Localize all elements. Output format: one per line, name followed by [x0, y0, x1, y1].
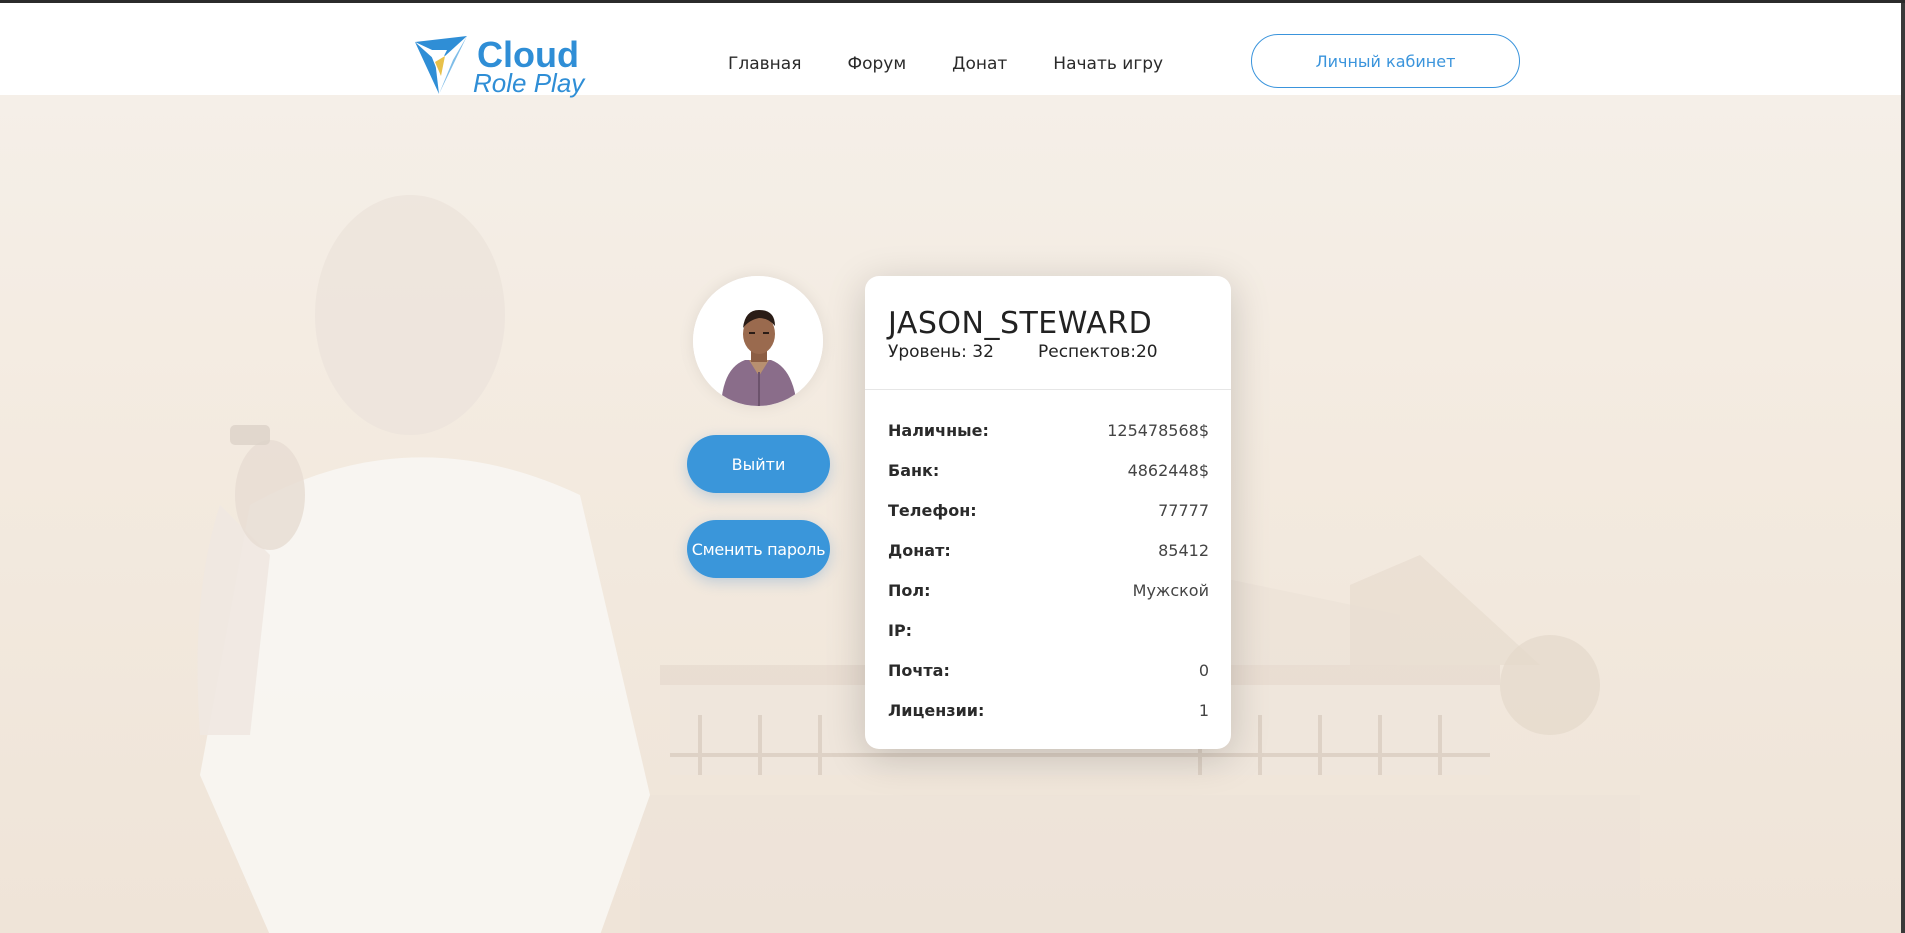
detail-label: Лицензии:	[888, 700, 985, 720]
detail-row-ip: IP:	[888, 610, 1209, 650]
logo-text-roleplay: Role Play	[473, 68, 585, 98]
detail-row-bank: Банк: 4862448$	[888, 450, 1209, 490]
detail-row-licenses: Лицензии: 1	[888, 690, 1209, 730]
detail-value: 1	[1198, 700, 1209, 720]
detail-label: Наличные:	[888, 420, 989, 440]
detail-row-donate: Донат: 85412	[888, 530, 1209, 570]
detail-label: Почта:	[888, 660, 950, 680]
character-illustration	[197, 195, 650, 933]
detail-value: 77777	[1158, 500, 1209, 520]
detail-label: Донат:	[888, 540, 951, 560]
cloud-rp-logo[interactable]: Cloud Role Play	[415, 36, 595, 98]
detail-value: 85412	[1158, 540, 1209, 560]
detail-label: Банк:	[888, 460, 940, 480]
profile-card-header: JASON_STEWARD Уровень: 32 Респектов:20	[865, 276, 1231, 390]
logout-button[interactable]: Выйти	[687, 435, 830, 493]
detail-label: IP:	[888, 620, 913, 640]
detail-row-mail: Почта: 0	[888, 650, 1209, 690]
username: JASON_STEWARD	[888, 306, 1153, 341]
detail-label: Пол:	[888, 580, 931, 600]
nav-forum[interactable]: Форум	[847, 54, 906, 74]
nav-home[interactable]: Главная	[728, 54, 801, 74]
avatar	[693, 276, 823, 406]
profile-details: Наличные: 125478568$ Банк: 4862448$ Теле…	[865, 390, 1231, 730]
site-header: Cloud Role Play Главная Форум Донат Нача…	[0, 3, 1901, 98]
detail-value: 4862448$	[1127, 460, 1209, 480]
player-level: Уровень: 32	[888, 342, 994, 362]
player-respect: Респектов:20	[1038, 342, 1158, 362]
player-skin-image	[693, 276, 823, 406]
detail-value: Мужской	[1132, 580, 1209, 600]
detail-row-gender: Пол: Мужской	[888, 570, 1209, 610]
player-stats: Уровень: 32 Респектов:20	[888, 342, 1209, 362]
detail-value: 125478568$	[1107, 420, 1209, 440]
change-password-button[interactable]: Сменить пароль	[687, 520, 830, 578]
nav-donate[interactable]: Донат	[952, 54, 1007, 74]
main-nav: Главная Форум Донат Начать игру	[728, 54, 1209, 74]
detail-value: 0	[1198, 660, 1209, 680]
scrollbar[interactable]	[1901, 3, 1905, 933]
logo-emblem-icon	[415, 36, 467, 94]
detail-label: Телефон:	[888, 500, 977, 520]
personal-cabinet-button[interactable]: Личный кабинет	[1251, 34, 1520, 88]
profile-card: JASON_STEWARD Уровень: 32 Респектов:20 Н…	[865, 276, 1231, 749]
detail-row-cash: Наличные: 125478568$	[888, 410, 1209, 450]
nav-start-game[interactable]: Начать игру	[1053, 54, 1163, 74]
detail-row-phone: Телефон: 77777	[888, 490, 1209, 530]
